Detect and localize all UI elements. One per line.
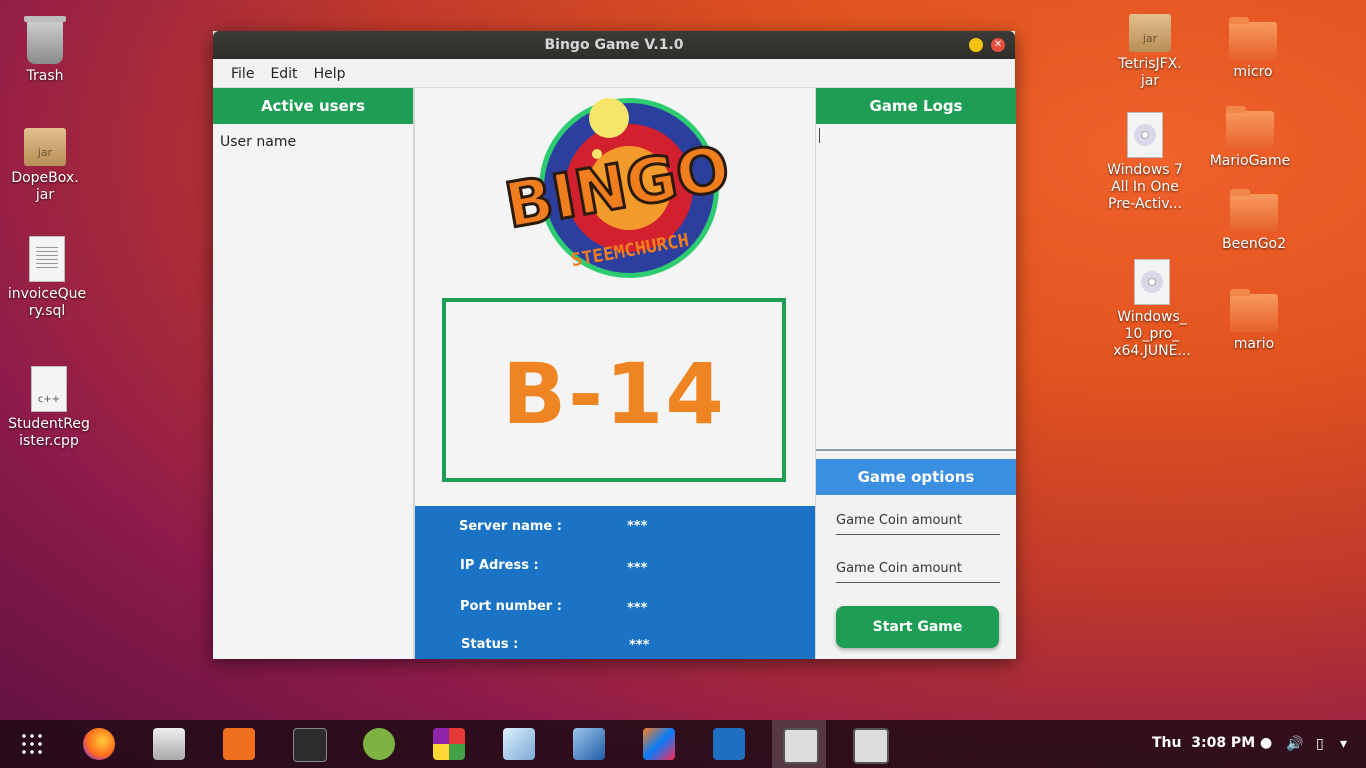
disc-image-icon	[1127, 112, 1163, 158]
battery-icon[interactable]: ▯	[1316, 736, 1324, 752]
desktop-icon-mariogame[interactable]: MarioGame	[1205, 106, 1295, 170]
close-icon: ✕	[993, 39, 1003, 50]
start-game-button[interactable]: Start Game	[836, 606, 999, 648]
java-app-icon[interactable]	[853, 728, 889, 764]
desktop-icon-studentregister[interactable]: c++ StudentReg ister.cpp	[4, 366, 94, 450]
jar-file-icon: jar	[24, 128, 66, 166]
folder-icon	[1229, 17, 1277, 60]
server-name-label: Server name :	[459, 519, 562, 534]
desktop-icon-label: BeenGo2	[1221, 236, 1287, 252]
game-center-panel: BINGO STEEMCHURCH B-14 Server name : ***…	[415, 88, 815, 659]
show-applications-icon[interactable]	[20, 732, 44, 756]
status-label: Status :	[461, 637, 519, 652]
game-options-header: Game options	[816, 459, 1016, 495]
desktop-icon-trash[interactable]: Trash	[0, 16, 90, 85]
game-coin-field-2-placeholder: Game Coin amount	[836, 561, 963, 576]
jar-file-icon: jar	[1129, 14, 1171, 52]
terminal-icon[interactable]	[293, 728, 327, 762]
current-number: B-14	[502, 345, 726, 443]
android-studio-icon[interactable]	[363, 728, 395, 760]
desktop-icon-label: StudentReg ister.cpp	[8, 416, 90, 449]
desktop-icon-windows7[interactable]: Windows 7 All In One Pre-Activ...	[1100, 112, 1190, 213]
firefox-icon[interactable]	[83, 728, 115, 760]
desktop-icon-label: invoiceQue ry.sql	[7, 286, 87, 319]
files-icon[interactable]	[153, 728, 185, 760]
desktop-icon-label: mario	[1233, 336, 1275, 352]
game-logs-header: Game Logs	[816, 88, 1016, 124]
software-center-icon[interactable]	[223, 728, 255, 760]
desktop-icon-label: micro	[1233, 64, 1273, 80]
game-coin-field-1-placeholder: Game Coin amount	[836, 513, 963, 528]
trash-icon	[24, 16, 66, 64]
clock[interactable]: Thu 3:08 PM ●	[1152, 735, 1272, 751]
game-coin-field-2[interactable]: Game Coin amount	[836, 555, 1000, 583]
bingo-window: Bingo Game V.1.0 ✕ File Edit Help Active…	[213, 31, 1016, 659]
desktop-icon-label: Windows_ 10_pro_ x64.JUNE...	[1113, 309, 1191, 359]
menu-edit[interactable]: Edit	[270, 59, 309, 87]
cpp-file-icon: c++	[31, 366, 67, 412]
desktop-icon-windows10[interactable]: Windows_ 10_pro_ x64.JUNE...	[1107, 259, 1197, 360]
server-info-panel: Server name : *** IP Adress : *** Port n…	[415, 506, 815, 659]
desktop-icon-label: Trash	[26, 68, 64, 84]
game-coin-field-1[interactable]: Game Coin amount	[836, 507, 1000, 535]
game-logs-area[interactable]	[816, 124, 1016, 451]
text-cursor	[819, 128, 820, 143]
active-users-panel: Active users User name	[213, 88, 415, 659]
folder-icon	[1226, 106, 1274, 149]
user-name-item[interactable]: User name	[213, 124, 413, 160]
status-value: ***	[629, 638, 650, 653]
volume-icon[interactable]: 🔊	[1286, 736, 1303, 752]
taskbar: Thu 3:08 PM ● 🔊 ▯ ▾	[0, 720, 1366, 768]
menu-help[interactable]: Help	[314, 59, 358, 87]
desktop-icon-beengo2[interactable]: BeenGo2	[1209, 189, 1299, 253]
folder-icon	[1230, 189, 1278, 232]
vscode-icon[interactable]	[713, 728, 745, 760]
menu-bar: File Edit Help	[213, 59, 1015, 88]
desktop-icon-micro[interactable]: micro	[1208, 17, 1298, 81]
desktop-icon-invoicequery[interactable]: invoiceQue ry.sql	[2, 236, 92, 320]
chevron-down-icon[interactable]: ▾	[1340, 736, 1347, 752]
desktop-icon-label: TetrisJFX. jar	[1118, 56, 1182, 89]
bingo-logo: BINGO STEEMCHURCH	[498, 98, 736, 278]
clock-day: Thu	[1152, 735, 1182, 751]
current-number-box: B-14	[442, 298, 786, 482]
active-users-header: Active users	[213, 88, 413, 124]
window-title: Bingo Game V.1.0	[544, 37, 684, 53]
right-panel: Game Logs Game options Game Coin amount …	[815, 88, 1016, 659]
server-name-value: ***	[627, 519, 648, 534]
port-number-label: Port number :	[460, 599, 562, 614]
disc-image-icon	[1134, 259, 1170, 305]
ip-address-label: IP Adress :	[460, 558, 539, 573]
folder-icon	[1230, 289, 1278, 332]
clock-time: 3:08 PM	[1191, 735, 1256, 751]
close-button[interactable]: ✕	[991, 38, 1005, 52]
menu-file[interactable]: File	[231, 59, 266, 87]
minimize-button[interactable]	[969, 38, 983, 52]
java-app-icon[interactable]	[783, 728, 819, 764]
ip-address-value: ***	[627, 561, 648, 576]
desktop-icon-tetrisjfx[interactable]: jar TetrisJFX. jar	[1105, 14, 1195, 90]
desktop-icon-mario[interactable]: mario	[1209, 289, 1299, 353]
text-file-icon	[29, 236, 65, 282]
port-number-value: ***	[627, 601, 648, 616]
desktop-icon-label: MarioGame	[1209, 153, 1291, 169]
virtual-box-cube-icon[interactable]	[503, 728, 535, 760]
desktop-icon-label: DopeBox. jar	[11, 170, 79, 203]
desktop-icon-label: Windows 7 All In One Pre-Activ...	[1107, 162, 1183, 212]
title-bar[interactable]: Bingo Game V.1.0 ✕	[213, 31, 1015, 59]
desktop-icon-dopebox[interactable]: jar DopeBox. jar	[0, 128, 90, 204]
intellij-icon[interactable]	[643, 728, 675, 760]
grid-app-icon[interactable]	[433, 728, 465, 760]
virtualbox-icon[interactable]	[573, 728, 605, 760]
